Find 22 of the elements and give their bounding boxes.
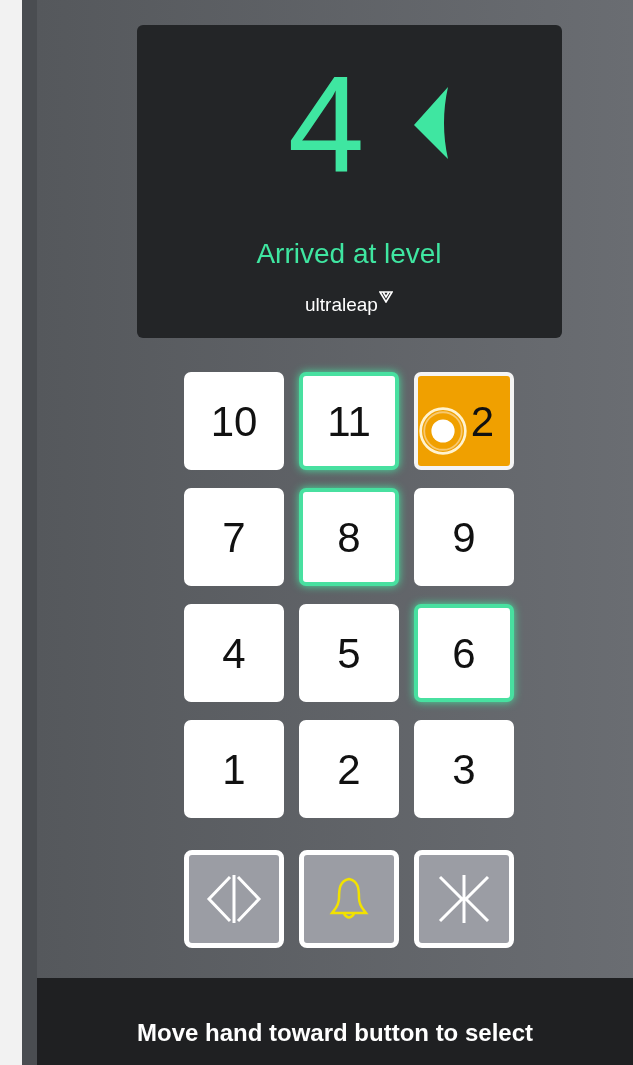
status-message: Arrived at level — [256, 237, 442, 271]
floor-button[interactable]: 6 — [414, 604, 514, 702]
floor-button[interactable]: 9 — [414, 488, 514, 586]
floor-button[interactable]: 11 — [299, 372, 399, 470]
floor-button[interactable]: 2 — [299, 720, 399, 818]
floor-number: 4 — [287, 54, 365, 192]
hint-text: Move hand toward button to select — [137, 1018, 533, 1048]
floor-button[interactable]: 10 — [184, 372, 284, 470]
brand-logo-text: ultraleap — [305, 293, 378, 317]
bell-icon — [329, 876, 369, 922]
floor-button[interactable]: 1 — [184, 720, 284, 818]
floor-button[interactable]: 5 — [299, 604, 399, 702]
direction-arrow-icon — [414, 87, 451, 159]
floor-button[interactable]: 7 — [184, 488, 284, 586]
floor-button[interactable]: 4 — [184, 604, 284, 702]
door-close-button[interactable] — [414, 850, 514, 948]
alarm-button[interactable] — [299, 850, 399, 948]
floor-button[interactable]: 3 — [414, 720, 514, 818]
floor-button[interactable]: 2 — [414, 372, 514, 470]
floor-button[interactable]: 8 — [299, 488, 399, 586]
brand-mark-icon — [378, 291, 393, 303]
door-open-button[interactable] — [184, 850, 284, 948]
